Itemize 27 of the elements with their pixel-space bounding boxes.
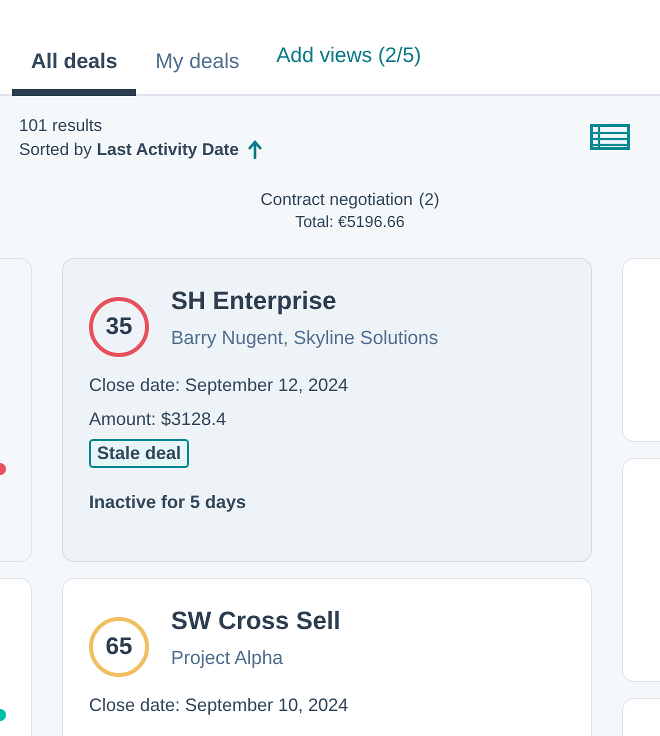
deal-card[interactable] bbox=[622, 258, 660, 442]
results-count: 101 results bbox=[19, 116, 104, 136]
close-date: Close date: September 12, 2024 bbox=[89, 375, 348, 396]
close-date: Close date: September 10, 2024 bbox=[89, 695, 348, 716]
inactive-note: Inactive for 5 days bbox=[89, 492, 246, 513]
view-tab[interactable]: All deals bbox=[12, 44, 136, 96]
stage-total: Total: €5196.66 bbox=[295, 214, 405, 232]
deal-title: SW Cross Sell bbox=[171, 607, 340, 636]
deal-contacts: Project Alpha bbox=[171, 648, 284, 670]
deal-card[interactable] bbox=[622, 458, 660, 682]
stale-tag: Stale deal bbox=[89, 439, 190, 468]
deal-contacts: Barry Nugent, Skyline Solutions bbox=[171, 328, 438, 350]
score-ring: 35 bbox=[89, 297, 149, 357]
deal-amount: Amount: $3128.4 bbox=[89, 409, 226, 430]
score-ring: 65 bbox=[89, 617, 149, 677]
stage-title: Contract negotiation bbox=[260, 190, 413, 210]
sort-label: Sorted by bbox=[19, 140, 92, 160]
stage-count: (2) bbox=[418, 190, 440, 210]
deal-title: SH Enterprise bbox=[171, 287, 338, 316]
view-tab[interactable]: My deals bbox=[136, 44, 258, 96]
sort-field-link[interactable]: Last Activity Date bbox=[96, 140, 239, 160]
sort-ascending-icon[interactable] bbox=[248, 140, 262, 160]
add-views-link[interactable]: Add views (2/5) bbox=[258, 38, 422, 96]
deal-card[interactable]: 65 SW Cross Sell Project Alpha Close date: September 10, 2024 bbox=[62, 578, 592, 736]
deal-card[interactable] bbox=[0, 258, 32, 562]
list-view-icon[interactable] bbox=[590, 124, 630, 150]
deal-card[interactable]: 35 SH Enterprise Barry Nugent, Skyline Solutions Close date: September 12, 2024 Amount: $3128.4 Stale deal Inactive for 5 days bbox=[62, 258, 592, 562]
